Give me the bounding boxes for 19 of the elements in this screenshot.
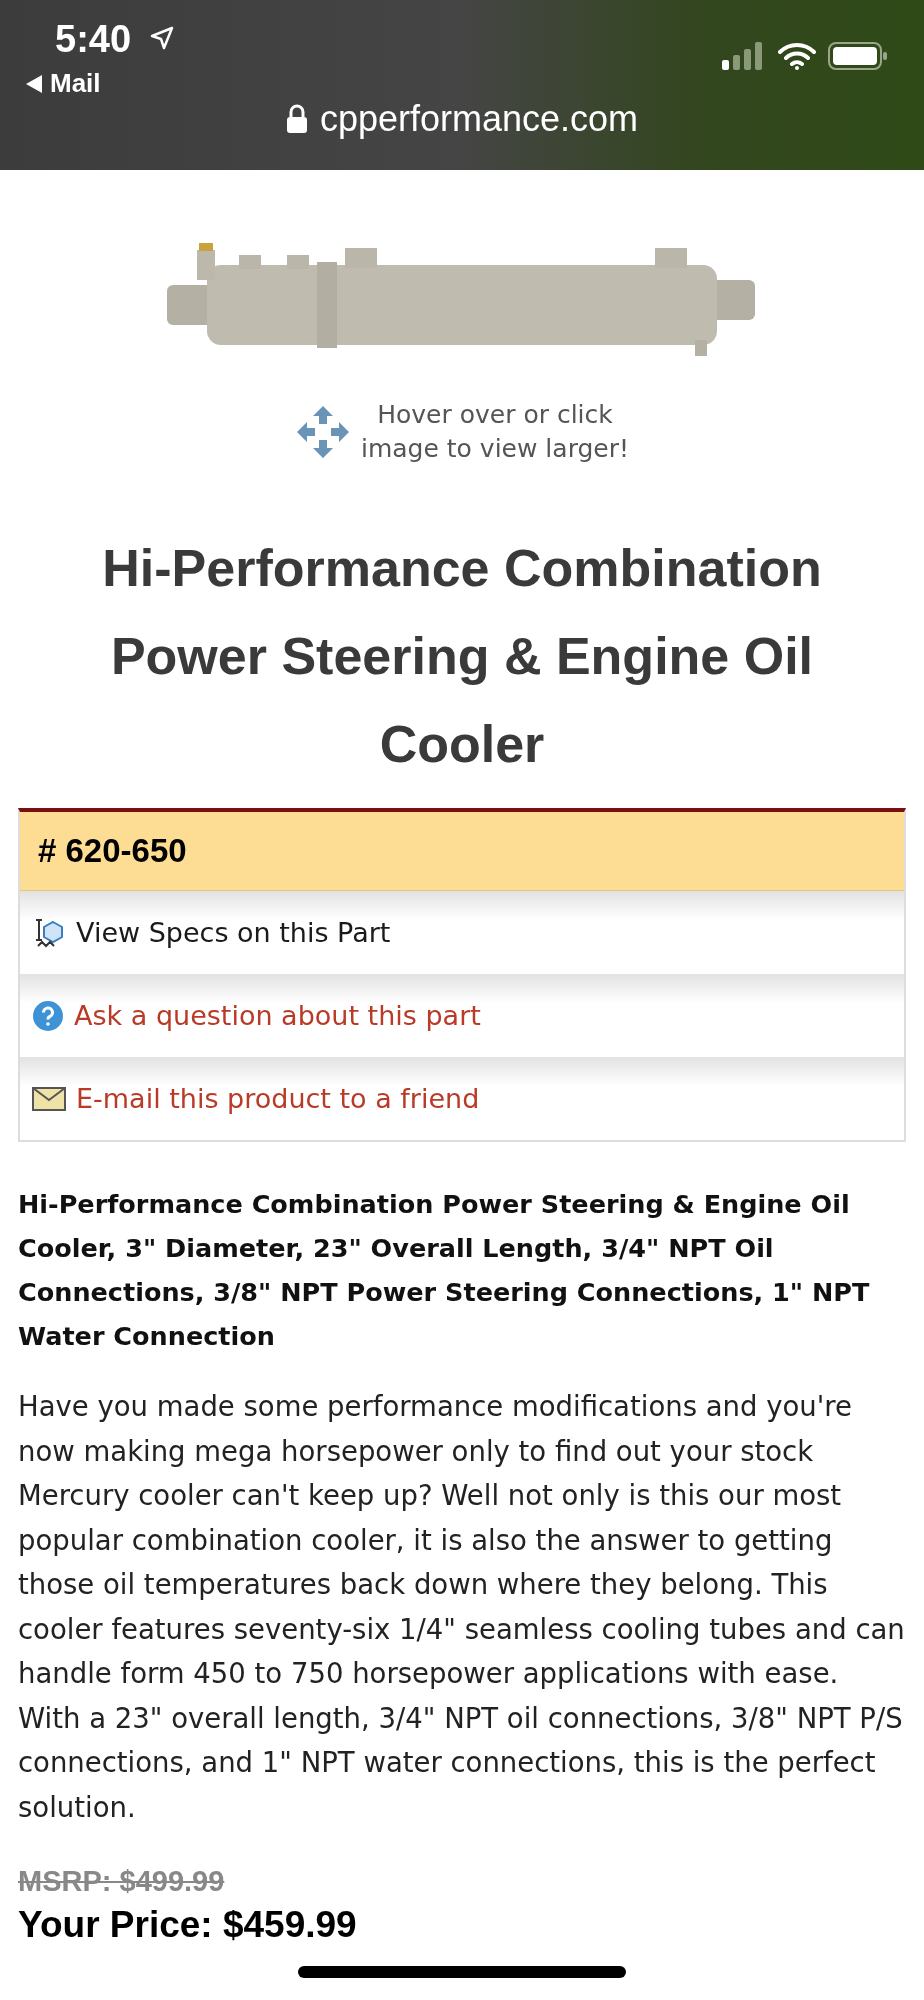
part-number: # 620-650: [38, 832, 187, 870]
product-title: Hi-Performance Combination Power Steering & Engine Oil Cooler: [101, 538, 823, 775]
location-arrow-icon: [150, 26, 174, 50]
clock-time: 5:40: [55, 18, 132, 61]
product-description: Have you made some performance modifications and you're now making mega horsepower only to find out your stock Mercury cooler can't keep up? Well not only is this our most popular combination cooler, it is also the answer to getting those oil temperatures back down where they belong. This cooler features seventy-six 1/4" seamless cooling tubes and can handle form 450 to 750 horsepower applications with ease. With a 23" overall length, 3/4" NPT oil connections, 3/8" NPT P/S connections, and 1" NPT water connections, this is the perfect solution.: [18, 1389, 906, 1825]
lock-icon: [285, 104, 308, 134]
help-icon: [32, 999, 64, 1032]
wifi-icon: [778, 42, 816, 70]
back-label[interactable]: Mail: [50, 68, 101, 99]
address-text[interactable]: cpperformance.com: [319, 98, 639, 140]
msrp-price: MSRP: $499.99: [18, 1865, 226, 1898]
battery-icon: [828, 42, 888, 70]
your-price: Your Price: $459.99: [18, 1904, 358, 1946]
back-link[interactable]: Mail: [26, 68, 101, 99]
product-summary: Hi-Performance Combination Power Steering & Engine Oil Cooler, 3" Diameter, 23" Overall Length, 3/4" NPT Oil Connections, 3/8" NPT Power Steering Connections, 1" NPT Water Connection: [18, 1188, 871, 1353]
back-triangle-icon: [26, 74, 42, 93]
zoom-hint: Hover over or click image to view larger!: [361, 399, 629, 465]
envelope-icon: [32, 1086, 66, 1111]
move-arrows-icon: [295, 404, 351, 460]
